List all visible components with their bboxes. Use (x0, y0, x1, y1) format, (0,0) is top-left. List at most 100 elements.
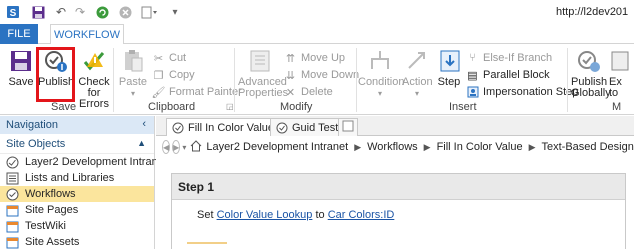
breadcrumb-item[interactable]: Text-Based Designer (542, 141, 634, 153)
impersonation-step-label: Impersonation Step (483, 86, 579, 98)
pages-icon (6, 204, 19, 217)
export-icon (609, 48, 634, 74)
action-field-link[interactable]: Color Value Lookup (217, 209, 313, 221)
breadcrumb-separator-icon: ▶ (423, 141, 431, 152)
copy-button[interactable]: ❐ Copy (152, 67, 195, 83)
else-if-branch-label: Else-If Branch (483, 52, 553, 64)
move-down-icon: ⇊ (285, 69, 296, 82)
new-tab-button[interactable] (338, 118, 358, 136)
ribbon-separator (234, 48, 235, 112)
parallel-block-label: Parallel Block (483, 69, 550, 81)
condition-label: Condition (358, 76, 405, 88)
condition-dropdown-icon: ▾ (377, 89, 382, 98)
undo-icon[interactable]: ↶ (54, 5, 68, 19)
save-icon[interactable] (31, 5, 45, 19)
nav-item-testwiki[interactable]: TestWiki (0, 218, 154, 234)
move-down-label: Move Down (301, 69, 360, 81)
nav-item-label: Workflows (25, 188, 76, 200)
collapse-pane-icon[interactable]: ‹ (142, 118, 146, 130)
paste-label: Paste (118, 76, 148, 88)
parallel-icon: ▤ (467, 69, 478, 82)
insertion-point[interactable] (187, 242, 227, 244)
history-dropdown-icon[interactable]: ▾ (182, 143, 186, 152)
breadcrumb-separator-icon: ▶ (354, 141, 362, 152)
action-label: Action (402, 76, 433, 88)
tab-file[interactable]: FILE (0, 24, 38, 44)
nav-item-label: Layer2 Development Intranet (25, 156, 167, 168)
publish-globally-button[interactable]: Publish Globally (571, 48, 611, 99)
site-objects-header[interactable]: Site Objects ▲ (0, 134, 154, 154)
nav-item-workflows[interactable]: Workflows (0, 186, 154, 202)
impersonation-icon (466, 86, 479, 99)
paste-button[interactable]: Paste ▾ (118, 48, 148, 99)
workflow-icon (6, 188, 19, 201)
site-icon (6, 156, 19, 169)
save-icon (8, 48, 34, 74)
nav-item-label: Site Assets (25, 236, 80, 248)
delete-button[interactable]: ✕ Delete (284, 84, 333, 100)
nav-item-layer2-development-intranet[interactable]: Layer2 Development Intranet (0, 154, 167, 170)
ribbon: Save Publish Check for Errors Save Paste… (0, 44, 634, 115)
condition-button[interactable]: Condition ▾ (358, 48, 405, 99)
impersonation-step-button[interactable]: Impersonation Step (466, 84, 578, 100)
export-label-2: to (609, 87, 619, 99)
advanced-properties-label-2: Properties (238, 87, 289, 99)
dialog-launcher-icon[interactable]: ◲ (226, 102, 234, 111)
app-logo-icon: S (6, 5, 20, 19)
publish-globally-label-2: Globally (571, 87, 611, 99)
nav-item-label: Lists and Libraries (25, 172, 115, 184)
site-objects-title: Site Objects (6, 137, 66, 150)
move-up-label: Move Up (301, 52, 346, 64)
step-button[interactable]: Step (437, 48, 461, 88)
workflow-designer: Step 1 Set Color Value Lookup to Car Col… (156, 158, 634, 249)
new-item-icon[interactable] (140, 5, 160, 19)
action-button[interactable]: Action ▾ (402, 48, 433, 99)
format-painter-label: Format Painter (169, 86, 242, 98)
save-button[interactable]: Save (8, 48, 34, 88)
step-title[interactable]: Step 1 (172, 174, 625, 200)
action-value-link[interactable]: Car Colors:ID (328, 209, 395, 221)
export-button[interactable]: Ex to (609, 48, 634, 99)
workflow-step[interactable]: Step 1 Set Color Value Lookup to Car Col… (171, 173, 626, 249)
collapse-section-icon[interactable]: ▲ (137, 138, 146, 148)
navigation-title: Navigation (6, 119, 58, 131)
ribbon-tab-row: FILE WORKFLOW (0, 24, 634, 45)
move-down-button[interactable]: ⇊ Move Down (284, 67, 359, 83)
save-group-label: Save (51, 101, 77, 113)
advanced-properties-button[interactable]: Advanced Properties (238, 48, 289, 99)
breadcrumb-separator-icon: ▶ (528, 141, 536, 152)
delete-icon: ✕ (285, 86, 296, 99)
publish-globally-icon (576, 48, 602, 74)
nav-item-site-pages[interactable]: Site Pages (0, 202, 154, 218)
check-errors-label-2: for Errors (79, 87, 109, 110)
forward-icon[interactable]: ▶ (172, 140, 181, 154)
condition-icon (367, 48, 393, 74)
customize-arrow-icon[interactable]: ▾ (168, 5, 182, 19)
doc-tab-label: Fill In Color Value * (188, 121, 282, 134)
tab-workflow[interactable]: WORKFLOW (50, 24, 124, 45)
properties-icon (247, 48, 273, 74)
breadcrumb-item[interactable]: Fill In Color Value (437, 141, 523, 153)
back-icon[interactable]: ◀ (162, 140, 171, 154)
close-circle-icon[interactable] (118, 5, 132, 19)
new-tab-icon (342, 120, 354, 135)
ribbon-separator (113, 48, 114, 112)
parallel-block-button[interactable]: ▤ Parallel Block (466, 67, 550, 83)
title-bar: S ↶ ↷ ▾ http://l2dev201 (0, 0, 634, 24)
breadcrumb-item[interactable]: Layer2 Development Intranet (206, 141, 348, 153)
refresh-icon[interactable] (95, 5, 109, 19)
nav-item-lists-and-libraries[interactable]: Lists and Libraries (0, 170, 154, 186)
cut-button[interactable]: ✂ Cut (152, 50, 186, 66)
else-if-branch-button[interactable]: ⑂ Else-If Branch (466, 50, 552, 66)
check-for-errors-button[interactable]: Check for Errors (76, 48, 112, 110)
format-painter-button[interactable]: 🖌 Format Painter (152, 84, 242, 100)
action-prefix: Set (197, 209, 214, 221)
nav-item-site-assets[interactable]: Site Assets (0, 234, 154, 249)
redo-icon[interactable]: ↷ (73, 5, 87, 19)
cut-label: Cut (169, 52, 187, 64)
move-up-button[interactable]: ⇈ Move Up (284, 50, 345, 66)
home-icon[interactable] (190, 139, 202, 155)
copy-label: Copy (169, 69, 195, 81)
pages-icon (6, 220, 19, 233)
breadcrumb-item[interactable]: Workflows (367, 141, 418, 153)
